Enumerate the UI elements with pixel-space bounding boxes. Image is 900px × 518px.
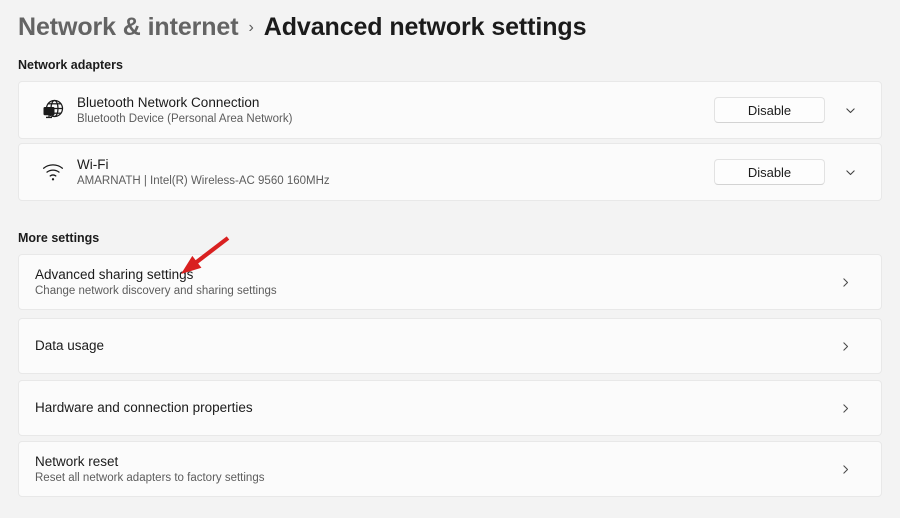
expander-bluetooth[interactable] <box>833 96 867 124</box>
disable-button-bluetooth[interactable]: Disable <box>714 97 825 123</box>
chevron-right-icon <box>831 332 859 360</box>
setting-text: Network reset Reset all network adapters… <box>35 454 831 485</box>
network-globe-icon <box>35 95 71 125</box>
adapter-title: Wi-Fi <box>77 156 109 172</box>
chevron-right-icon <box>831 268 859 296</box>
setting-text: Hardware and connection properties <box>35 400 831 416</box>
adapter-subtitle: Bluetooth Device (Personal Area Network) <box>77 112 293 125</box>
setting-title: Network reset <box>35 453 119 469</box>
setting-row-network-reset[interactable]: Network reset Reset all network adapters… <box>18 441 882 497</box>
adapter-row-wifi[interactable]: Wi-Fi AMARNATH | Intel(R) Wireless-AC 95… <box>18 143 882 201</box>
setting-text: Advanced sharing settings Change network… <box>35 267 831 298</box>
chevron-right-icon: › <box>248 19 254 36</box>
section-heading-network-adapters: Network adapters <box>18 58 123 72</box>
disable-button-wifi[interactable]: Disable <box>714 159 825 185</box>
breadcrumb: Network & internet › Advanced network se… <box>18 8 586 46</box>
setting-subtitle: Change network discovery and sharing set… <box>35 284 277 297</box>
setting-row-advanced-sharing-settings[interactable]: Advanced sharing settings Change network… <box>18 254 882 310</box>
page-title: Advanced network settings <box>263 12 587 41</box>
setting-title: Advanced sharing settings <box>35 266 194 282</box>
chevron-down-icon <box>845 107 855 113</box>
wifi-icon <box>35 157 71 187</box>
adapter-text-bluetooth: Bluetooth Network Connection Bluetooth D… <box>77 95 714 126</box>
setting-title: Hardware and connection properties <box>35 400 253 415</box>
setting-row-data-usage[interactable]: Data usage <box>18 318 882 374</box>
breadcrumb-parent-link[interactable]: Network & internet <box>18 13 239 42</box>
chevron-down-icon <box>845 169 855 175</box>
chevron-right-icon <box>831 394 859 422</box>
adapter-subtitle: AMARNATH | Intel(R) Wireless-AC 9560 160… <box>77 174 330 187</box>
setting-text: Data usage <box>35 338 831 354</box>
setting-row-hardware-and-connection-properties[interactable]: Hardware and connection properties <box>18 380 882 436</box>
setting-title: Data usage <box>35 338 105 353</box>
expander-wifi[interactable] <box>833 158 867 186</box>
adapter-text-wifi: Wi-Fi AMARNATH | Intel(R) Wireless-AC 95… <box>77 157 714 188</box>
chevron-right-icon <box>831 455 859 483</box>
setting-subtitle: Reset all network adapters to factory se… <box>35 471 265 484</box>
section-heading-more-settings: More settings <box>18 231 100 245</box>
adapter-row-bluetooth[interactable]: Bluetooth Network Connection Bluetooth D… <box>18 81 882 139</box>
adapter-title: Bluetooth Network Connection <box>77 94 260 110</box>
